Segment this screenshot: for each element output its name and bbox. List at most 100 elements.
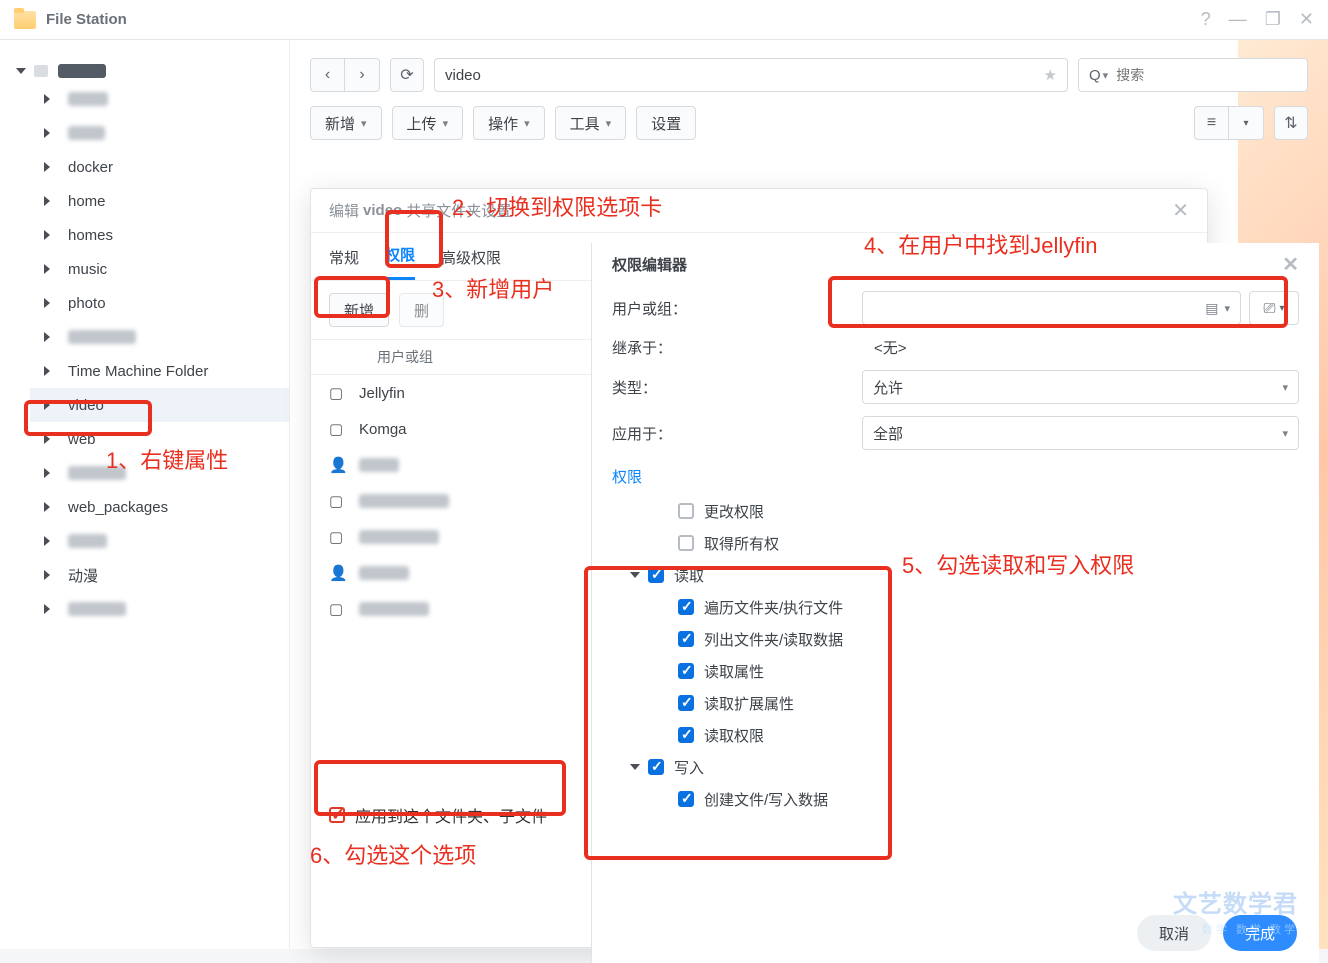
- checkbox[interactable]: [678, 727, 694, 743]
- tab-general[interactable]: 常规: [329, 247, 359, 280]
- tab-advanced[interactable]: 高级权限: [441, 247, 501, 280]
- search-input[interactable]: [1116, 67, 1297, 83]
- del-perm-button[interactable]: 删: [399, 293, 444, 327]
- tab-permission[interactable]: 权限: [385, 244, 415, 280]
- type-select[interactable]: 允许▾: [862, 370, 1299, 404]
- sidebar-item-label: music: [68, 261, 107, 278]
- checkbox[interactable]: [648, 759, 664, 775]
- title-bar: File Station ? — ❐ ✕: [0, 0, 1328, 40]
- settings-button[interactable]: 设置: [636, 106, 696, 140]
- checkbox[interactable]: [678, 791, 694, 807]
- dialog-header: 编辑 video 共享文件夹设置 ✕: [311, 189, 1207, 233]
- close-perm-editor-icon[interactable]: ✕: [1282, 252, 1299, 277]
- tools-button[interactable]: 工具▾: [555, 106, 627, 140]
- label-type: 类型：: [612, 377, 862, 398]
- dlg-title-pre: 编辑: [329, 200, 359, 221]
- sidebar-item[interactable]: home: [30, 184, 289, 218]
- col-userorgroup: 用户或组: [377, 347, 433, 367]
- back-icon[interactable]: ‹: [311, 59, 345, 91]
- cancel-button[interactable]: 取消: [1137, 915, 1211, 951]
- apply-select[interactable]: 全部▾: [862, 416, 1299, 450]
- sidebar-item[interactable]: music: [30, 252, 289, 286]
- upload-button[interactable]: 上传▾: [392, 106, 464, 140]
- root-label: [58, 64, 106, 78]
- sidebar-item[interactable]: docker: [30, 150, 289, 184]
- maximize-icon[interactable]: ❐: [1265, 9, 1281, 30]
- sidebar-item[interactable]: [30, 592, 289, 626]
- perm-write-1[interactable]: 创建文件/写入数据: [678, 783, 1299, 815]
- star-icon[interactable]: ★: [1044, 66, 1057, 84]
- checkbox[interactable]: [678, 535, 694, 551]
- checkbox[interactable]: [678, 631, 694, 647]
- perm-write[interactable]: 写入: [632, 751, 1299, 783]
- view-mode[interactable]: ≡ ▾: [1194, 106, 1264, 140]
- help-icon[interactable]: ?: [1201, 9, 1211, 30]
- add-perm-button[interactable]: 新增: [329, 293, 389, 327]
- chevron-down-icon: [630, 764, 640, 770]
- perm-own[interactable]: 取得所有权: [678, 527, 1299, 559]
- checkbox[interactable]: [678, 663, 694, 679]
- sidebar-item[interactable]: [30, 320, 289, 354]
- path-field[interactable]: video ★: [434, 58, 1068, 92]
- checkbox[interactable]: [678, 599, 694, 615]
- search-box[interactable]: Q ▾: [1078, 58, 1308, 92]
- dlg-title-name: video: [363, 202, 402, 219]
- contacts-icon[interactable]: ▤: [1205, 300, 1218, 317]
- app-icon: ▢: [329, 528, 359, 546]
- minimize-icon[interactable]: —: [1229, 9, 1247, 30]
- perm-read-5[interactable]: 读取权限: [678, 719, 1299, 751]
- sort-button[interactable]: ⇅: [1274, 106, 1308, 140]
- perm-read-2[interactable]: 列出文件夹/读取数据: [678, 623, 1299, 655]
- sidebar-item[interactable]: web_packages: [30, 490, 289, 524]
- perm-row-label: Komga: [359, 421, 407, 438]
- perm-read-1[interactable]: 遍历文件夹/执行文件: [678, 591, 1299, 623]
- perm-change[interactable]: 更改权限: [678, 495, 1299, 527]
- filter-button[interactable]: ⎚▾: [1249, 291, 1299, 325]
- sidebar-item[interactable]: homes: [30, 218, 289, 252]
- sidebar-item[interactable]: 动漫: [30, 558, 289, 592]
- perm-row-label: [359, 494, 449, 508]
- sidebar-item[interactable]: [30, 82, 289, 116]
- chevron-down-icon[interactable]: ▾: [1229, 107, 1263, 139]
- refresh-button[interactable]: ⟳: [390, 58, 424, 92]
- chevron-down-icon: [630, 572, 640, 578]
- user-input[interactable]: ▤ ▾: [862, 291, 1241, 325]
- chevron-right-icon: [44, 298, 50, 308]
- new-button[interactable]: 新增▾: [310, 106, 382, 140]
- sidebar-item[interactable]: video: [30, 388, 289, 422]
- perm-read-3[interactable]: 读取属性: [678, 655, 1299, 687]
- checkbox[interactable]: [678, 503, 694, 519]
- close-dialog-icon[interactable]: ✕: [1172, 198, 1189, 223]
- perm-read[interactable]: 读取: [632, 559, 1299, 591]
- sidebar-item[interactable]: Time Machine Folder: [30, 354, 289, 388]
- chevron-down-icon[interactable]: ▾: [1103, 69, 1109, 82]
- chevron-down-icon[interactable]: ▾: [1224, 302, 1230, 315]
- ops-button[interactable]: 操作▾: [473, 106, 545, 140]
- sidebar-item[interactable]: [30, 116, 289, 150]
- app-icon: ▢: [329, 600, 359, 618]
- perm-row-label: Jellyfin: [359, 385, 405, 402]
- chevron-right-icon: [44, 502, 50, 512]
- label-inherit: 继承于：: [612, 337, 862, 358]
- sidebar-item[interactable]: [30, 524, 289, 558]
- nav-back-forward[interactable]: ‹ ›: [310, 58, 380, 92]
- apply-checkbox[interactable]: [329, 807, 345, 823]
- row-inherit: 继承于： <无>: [592, 331, 1319, 364]
- sidebar-item[interactable]: [30, 456, 289, 490]
- sidebar-item-label: photo: [68, 295, 106, 312]
- content-area: ‹ › ⟳ video ★ Q ▾ 新增▾ 上传▾ 操作▾ 工具▾: [290, 40, 1328, 949]
- user-field[interactable]: [873, 300, 1199, 316]
- row-user: 用户或组： ▤ ▾ ⎚▾: [592, 285, 1319, 331]
- chevron-right-icon: [44, 230, 50, 240]
- apply-to-row[interactable]: 应用到这个文件夹、子文件: [329, 803, 547, 827]
- list-view-icon[interactable]: ≡: [1195, 107, 1229, 139]
- chevron-right-icon: [44, 468, 50, 478]
- tree-root[interactable]: [0, 60, 289, 82]
- checkbox[interactable]: [678, 695, 694, 711]
- sidebar-item[interactable]: web: [30, 422, 289, 456]
- forward-icon[interactable]: ›: [345, 59, 379, 91]
- checkbox[interactable]: [648, 567, 664, 583]
- perm-read-4[interactable]: 读取扩展属性: [678, 687, 1299, 719]
- close-icon[interactable]: ✕: [1299, 9, 1314, 30]
- sidebar-item[interactable]: photo: [30, 286, 289, 320]
